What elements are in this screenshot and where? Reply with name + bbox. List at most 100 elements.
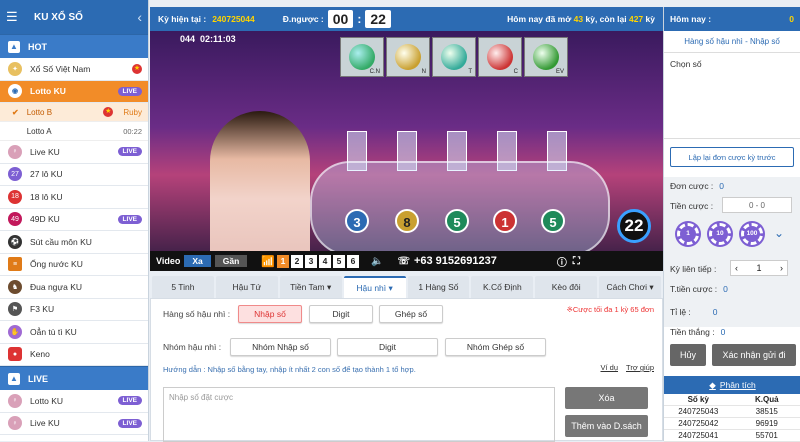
countdown: 00:22: [327, 10, 391, 28]
sidebar-item-27-lo-ku[interactable]: 27 27 lô KU: [0, 164, 148, 186]
live-ku-icon: ♀: [8, 393, 22, 408]
chevron-down-icon[interactable]: ⌄: [774, 226, 784, 240]
tab-hau-nhi[interactable]: Hậu nhì ▾: [343, 276, 406, 298]
sidebar-item-xo-so-viet-nam[interactable]: ✦ Xổ Số Việt Nam ★: [0, 58, 148, 81]
result-tube: C: [478, 37, 522, 77]
sidebar-title: KU XỔ SỐ: [34, 11, 83, 23]
speaker-icon[interactable]: 🔈: [371, 256, 383, 267]
sidebar-item-lotto-ku[interactable]: ◉ Lotto KU LIVE: [0, 80, 148, 103]
result-tube: EV: [524, 37, 568, 77]
combine-button[interactable]: Ghép số: [379, 305, 443, 323]
view-far-button[interactable]: Xa: [184, 255, 211, 267]
sidebar-live-item-live-ku[interactable]: ♀ Live KU LIVE: [0, 413, 148, 435]
quality-2[interactable]: 2: [290, 254, 303, 268]
today-summary: Hôm nay đã mở 43 kỳ, còn lại 427 kỳ: [507, 14, 655, 24]
instructions: Hướng dẫn : Nhập số bằng tay, nhập ít nh…: [163, 365, 416, 374]
hotline: +63 9152691237: [413, 255, 497, 267]
bet-panel: Hàng số hậu nhì : Nhập số Digit Ghép số …: [150, 298, 663, 442]
sidebar-live-item-lotto-ku[interactable]: ♀ Lotto KU LIVE: [0, 390, 148, 413]
add-to-list-button[interactable]: Thêm vào D.sách: [565, 415, 648, 437]
sidebar-subitem-lotto-b[interactable]: ✔ Lotto B ★ Ruby: [0, 103, 148, 122]
lotto-icon: ◉: [8, 84, 22, 99]
tab-tien-tam[interactable]: Tiền Tam ▾: [279, 276, 342, 298]
drawn-ball: 8: [395, 209, 419, 233]
tab-cach-choi[interactable]: Cách Chơi ▾: [599, 276, 661, 298]
sidebar-item-sut-cau-mon[interactable]: ⚽ Sút cầu môn KU: [0, 231, 148, 254]
sidebar-item-ong-nuoc[interactable]: ≡ Ống nước KU: [0, 254, 148, 276]
quality-3[interactable]: 3: [304, 254, 317, 268]
round-info-bar: Kỳ hiện tại : 240725044 Đ.ngược : 00:22 …: [150, 7, 663, 31]
chevron-up-icon: ▲: [8, 40, 20, 53]
quality-5[interactable]: 5: [332, 254, 345, 268]
increment-icon[interactable]: ›: [780, 263, 783, 273]
analysis-link[interactable]: ◆ Phân tích: [664, 376, 800, 394]
live-badge: LIVE: [117, 418, 142, 428]
sidebar-item-49d-ku[interactable]: 49 49D KU LIVE: [0, 209, 148, 231]
vietnam-flag-icon: ★: [103, 107, 114, 117]
chip-10[interactable]: 10: [709, 223, 731, 245]
keno-icon: ●: [8, 347, 22, 362]
drawn-ball: 1: [493, 209, 517, 233]
live-badge: LIVE: [117, 214, 142, 224]
cancel-button[interactable]: Hủy: [670, 344, 706, 366]
bet-number-textarea[interactable]: Nhập số đặt cược: [163, 387, 555, 442]
quality-1[interactable]: 1: [276, 254, 289, 268]
result-tube: T: [432, 37, 476, 77]
quality-6[interactable]: 6: [346, 254, 359, 268]
horse-icon: ♞: [8, 279, 22, 294]
menu-icon[interactable]: ☰: [6, 9, 20, 25]
group-input-button[interactable]: Nhóm Nhập số: [230, 338, 331, 356]
section-hot[interactable]: ▲ HOT: [0, 34, 148, 58]
decrement-icon[interactable]: ‹: [735, 263, 738, 273]
result-tubes: C.N N T C EV: [340, 37, 568, 77]
help-link[interactable]: Trợ giúp: [626, 363, 654, 372]
fullscreen-icon[interactable]: ⛶: [573, 256, 580, 267]
live-ku-icon: ♀: [8, 416, 22, 431]
quality-4[interactable]: 4: [318, 254, 331, 268]
f3-icon: ⚑: [8, 302, 22, 317]
live-video[interactable]: 044 02:11:03 C.N N T C EV 3 8 5 1 5 22: [150, 31, 663, 271]
sidebar-header: ☰ KU XỔ SỐ ‹: [0, 0, 148, 34]
drawn-ball: 5: [445, 209, 469, 233]
chip-100[interactable]: 100: [741, 223, 763, 245]
selected-numbers: Chọn số: [664, 53, 800, 139]
sidebar-item-oan-tu-ti[interactable]: ✋ Oẳn tù tì KU: [0, 321, 148, 344]
tab-5-tinh[interactable]: 5 Tinh: [152, 276, 214, 298]
table-row: 240725041 55701: [664, 430, 800, 442]
bet-amount-input[interactable]: 0 - 0: [722, 197, 792, 213]
consecutive-rounds-stepper[interactable]: ‹ 1 ›: [730, 260, 788, 276]
countdown-ball: 22: [617, 209, 651, 243]
tab-keo-doi[interactable]: Kèo đôi: [535, 276, 598, 298]
live-ku-icon: ♀: [8, 144, 22, 159]
sidebar-item-18-lo-ku[interactable]: 18 18 lô KU: [0, 186, 148, 209]
clear-button[interactable]: Xóa: [565, 387, 648, 409]
table-row: 240725043 38515: [664, 406, 800, 418]
sidebar-subitem-lotto-a[interactable]: ✔Lotto A00:22: [0, 122, 148, 141]
tab-k-co-dinh[interactable]: K.Cố Định: [471, 276, 534, 298]
sidebar: ☰ KU XỔ SỐ ‹ ▲ HOT ✦ Xổ Số Việt Nam ★ ◉ Lott…: [0, 0, 149, 441]
tab-1-hang-so[interactable]: 1 Hàng Số: [407, 276, 470, 298]
sidebar-item-f3[interactable]: ⚑ F3 KU: [0, 299, 148, 321]
section-live[interactable]: ▲ LIVE: [0, 366, 148, 390]
tab-hau-tu[interactable]: Hậu Tứ: [215, 276, 278, 298]
chip-1[interactable]: 1: [677, 223, 699, 245]
result-tube: C.N: [340, 37, 384, 77]
digit-button[interactable]: Digit: [309, 305, 373, 323]
result-tube: N: [386, 37, 430, 77]
sidebar-item-live-ku[interactable]: ♀ Live KU LIVE: [0, 141, 148, 164]
view-near-button[interactable]: Gần: [214, 255, 248, 267]
max-bet-warning: ※Cược tối đa 1 kỳ 65 đơn: [566, 305, 654, 314]
chevron-up-icon: ▲: [8, 372, 20, 385]
info-icon[interactable]: ⓘ: [557, 254, 567, 269]
lottery-icon: ✦: [8, 61, 22, 76]
group-digit-button[interactable]: Digit: [337, 338, 438, 356]
sidebar-item-dua-ngua[interactable]: ♞ Đua ngựa KU: [0, 276, 148, 299]
input-number-button[interactable]: Nhập số: [238, 305, 302, 323]
repeat-last-bet-button[interactable]: Lập lại đơn cược kỳ trước: [670, 147, 794, 167]
pipe-icon: ≡: [8, 257, 22, 272]
group-combine-button[interactable]: Nhóm Ghép số: [445, 338, 546, 356]
sidebar-item-keno[interactable]: ● Keno: [0, 344, 148, 366]
confirm-submit-button[interactable]: Xác nhận gửi đi: [712, 344, 796, 366]
chevron-left-icon[interactable]: ‹: [137, 9, 142, 25]
example-link[interactable]: Ví dụ: [601, 363, 619, 372]
